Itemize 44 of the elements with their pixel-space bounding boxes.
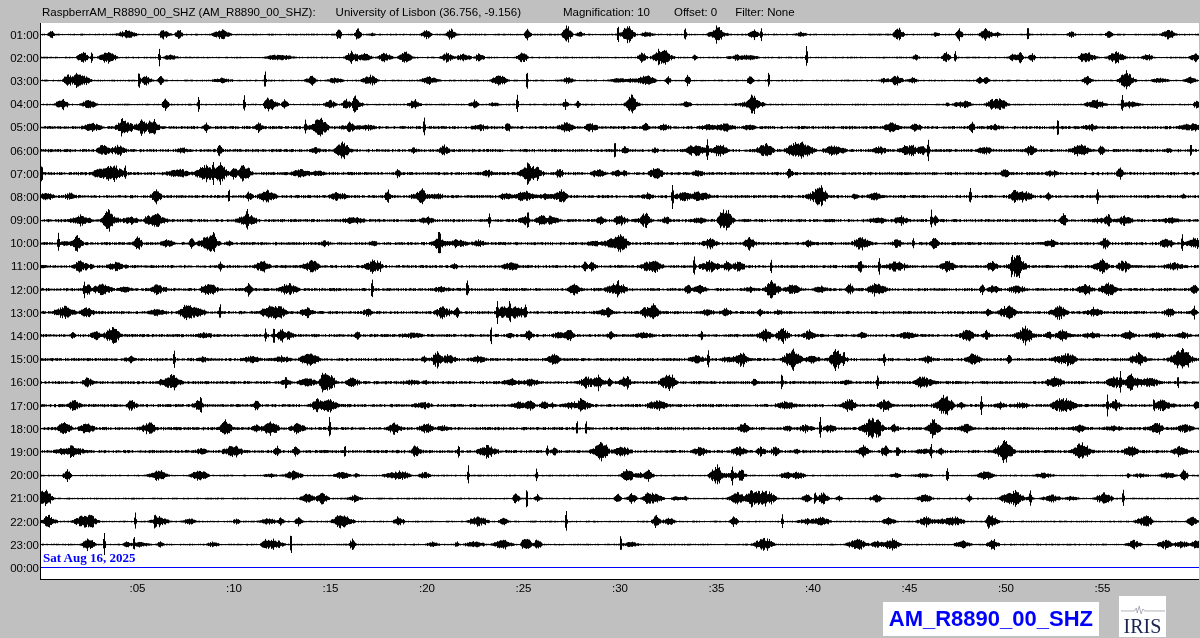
hour-label: 21:00 (10, 492, 39, 505)
hour-label: 10:00 (10, 237, 39, 250)
hour-label: 16:00 (10, 376, 39, 389)
axis-tick-label: :10 (226, 582, 242, 594)
station-title: RaspberrAM_R8890_00_SHZ (AM_R8890_00_SHZ): (42, 5, 316, 18)
hour-label: 00:00 (10, 561, 39, 574)
hour-label: 06:00 (10, 144, 39, 157)
hour-label: 08:00 (10, 190, 39, 203)
hour-label: 07:00 (10, 167, 39, 180)
hour-label: 23:00 (10, 538, 39, 551)
location-label: University of Lisbon (36.756, -9.156) (335, 5, 521, 18)
hour-label: 11:00 (11, 260, 39, 273)
hour-label: 01:00 (10, 28, 39, 41)
hour-label: 14:00 (10, 330, 39, 343)
date-label: Sat Aug 16, 2025 (43, 550, 136, 566)
seismic-wave-icon (1120, 605, 1165, 615)
hour-label: 17:00 (10, 399, 39, 412)
hour-label: 20:00 (10, 469, 39, 482)
hour-label: 15:00 (10, 353, 39, 366)
hour-label: 18:00 (10, 422, 39, 435)
hour-label: 12:00 (10, 283, 39, 296)
axis-tick-label: :45 (901, 582, 918, 594)
axis-tick-label: :20 (419, 582, 435, 594)
hour-label: 04:00 (10, 98, 39, 111)
filter-label: Filter: None (735, 5, 795, 18)
hour-label: 22:00 (10, 515, 39, 528)
hour-label: 09:00 (10, 214, 39, 227)
axis-tick-label: :40 (805, 582, 821, 594)
offset-label: Offset: 0 (673, 5, 718, 18)
axis-tick-label: :15 (322, 582, 339, 594)
axis-tick-label: :55 (1094, 582, 1111, 594)
hour-label: 13:00 (10, 306, 39, 319)
hour-label: 05:00 (10, 121, 39, 134)
axis-tick-label: :35 (708, 582, 725, 594)
magnification-label: Magnification: 10 (563, 5, 650, 18)
hour-label: 03:00 (10, 74, 39, 87)
axis-tick-label: :50 (998, 582, 1014, 594)
hour-label: 02:00 (10, 51, 39, 64)
axis-tick-label: :30 (612, 582, 628, 594)
station-badge: AM_R8890_00_SHZ (882, 601, 1099, 636)
axis-tick-label: :25 (515, 582, 532, 594)
hour-label: 19:00 (10, 445, 39, 458)
logo: IRIS (1119, 596, 1166, 637)
axis-tick-label: :05 (129, 582, 146, 594)
